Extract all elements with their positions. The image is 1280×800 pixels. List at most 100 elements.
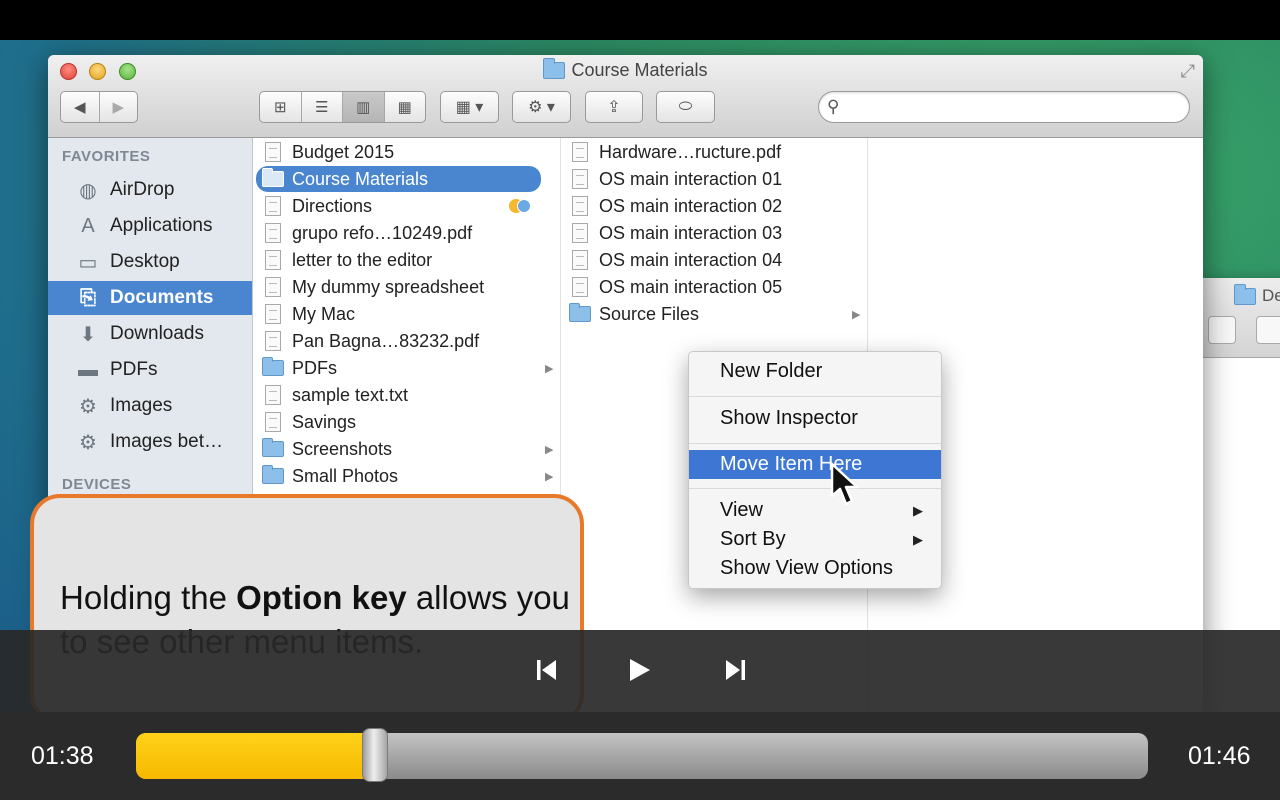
menu-item-sort-by[interactable]: Sort By ▶: [689, 525, 941, 554]
skip-forward-icon[interactable]: [721, 656, 749, 684]
list-item-label: OS main interaction 01: [599, 168, 783, 189]
list-item-label: letter to the editor: [292, 249, 433, 270]
list-item[interactable]: My dummy spreadsheet: [262, 274, 484, 300]
window-title-text: Course Materials: [571, 60, 708, 80]
sidebar-section-devices: DEVICES: [62, 476, 132, 493]
mouse-cursor-icon: [830, 462, 859, 506]
list-item-label: My dummy spreadsheet: [292, 276, 485, 297]
menu-item-move-item-here[interactable]: Move Item Here: [689, 450, 941, 479]
menu-separator: [689, 488, 941, 489]
menu-separator: [689, 396, 941, 397]
sidebar-item-applications[interactable]: A Applications: [48, 209, 252, 243]
tag-icon: ⬭: [678, 98, 693, 115]
list-item[interactable]: grupo refo…10249.pdf: [262, 220, 472, 246]
progress-scrubber[interactable]: [361, 728, 388, 782]
list-item[interactable]: My Mac: [262, 301, 355, 327]
sidebar-item-images-bet[interactable]: ⚙ Images bet…: [48, 425, 252, 459]
list-item[interactable]: sample text.txt: [262, 382, 408, 408]
coverflow-view-icon[interactable]: ▦: [385, 92, 426, 122]
sidebar-section-favorites: FAVORITES: [62, 148, 151, 165]
callout-text-bold: Option key: [236, 579, 407, 616]
list-item[interactable]: OS main interaction 02: [569, 193, 782, 219]
tag-dots-icon: [509, 199, 531, 213]
menu-item-label: Show View Options: [720, 557, 894, 579]
share-button[interactable]: ⇪: [585, 91, 643, 123]
folder-icon: [569, 303, 591, 324]
sidebar-item-label: Downloads: [110, 323, 204, 344]
action-button[interactable]: ⚙ ▾: [512, 91, 571, 123]
back-forward-buttons: ◀ ▶: [60, 91, 138, 123]
arrange-button[interactable]: ▦ ▾: [440, 91, 499, 123]
sidebar-item-label: Applications: [110, 215, 213, 236]
gear-icon: ⚙: [79, 395, 97, 418]
forward-arrow-icon[interactable]: ▶: [100, 92, 138, 122]
menu-item-show-inspector[interactable]: Show Inspector: [689, 404, 941, 433]
back-arrow-icon[interactable]: ◀: [61, 92, 100, 122]
background-window-title: De: [1234, 283, 1280, 306]
menu-item-label: Show Inspector: [720, 407, 858, 429]
list-item[interactable]: OS main interaction 05: [569, 274, 782, 300]
progress-track[interactable]: [136, 733, 1148, 779]
menu-item-view[interactable]: View ▶: [689, 496, 941, 525]
document-icon: [262, 385, 284, 405]
fullscreen-icon[interactable]: ⤢: [1181, 61, 1195, 82]
skip-back-icon[interactable]: [533, 656, 561, 684]
menu-item-show-view-options[interactable]: Show View Options: [689, 554, 941, 583]
list-item[interactable]: Screenshots: [262, 436, 392, 462]
background-window-dropdown-button[interactable]: [1208, 316, 1236, 344]
list-item[interactable]: OS main interaction 04: [569, 247, 782, 273]
list-item[interactable]: Source Files: [569, 301, 699, 327]
list-item-label: My Mac: [292, 303, 355, 324]
window-title: Course Materials: [48, 58, 1203, 81]
folder-icon: [1234, 283, 1256, 305]
document-icon: [569, 250, 591, 270]
document-icon: [262, 277, 284, 297]
list-item[interactable]: PDFs: [262, 355, 337, 381]
background-window-share-button[interactable]: [1256, 316, 1280, 344]
callout-text-before: Holding the: [60, 579, 237, 616]
downloads-icon: ⬇: [79, 323, 97, 346]
list-item[interactable]: Hardware…ructure.pdf: [569, 139, 781, 165]
play-icon[interactable]: [625, 656, 653, 684]
list-item-label: Screenshots: [292, 438, 393, 459]
list-item[interactable]: letter to the editor: [262, 247, 432, 273]
list-item-label: OS main interaction 05: [599, 276, 783, 297]
list-item[interactable]: Course Materials: [256, 166, 541, 192]
icon-view-icon[interactable]: ⊞: [260, 92, 302, 122]
list-item[interactable]: OS main interaction 01: [569, 166, 782, 192]
sidebar-item-airdrop[interactable]: ◍ AirDrop: [48, 173, 252, 207]
search-input[interactable]: ⚲: [818, 91, 1190, 123]
elapsed-time: 01:38: [31, 742, 94, 770]
document-icon: [569, 169, 591, 189]
document-icon: [569, 223, 591, 243]
context-menu: New Folder Show Inspector Move Item Here Vi…: [688, 351, 942, 589]
sidebar-item-pdfs[interactable]: ▬ PDFs: [48, 353, 252, 387]
list-item-label: Small Photos: [292, 465, 399, 486]
folder-icon: [262, 168, 284, 189]
sidebar-item-label: Images bet…: [110, 431, 223, 452]
sidebar-item-desktop[interactable]: ▭ Desktop: [48, 245, 252, 279]
column-view-icon[interactable]: ▥: [343, 92, 385, 122]
list-view-icon[interactable]: ☰: [302, 92, 343, 122]
sidebar-item-downloads[interactable]: ⬇ Downloads: [48, 317, 252, 351]
sidebar-item-label: PDFs: [110, 359, 158, 380]
menu-separator: [689, 443, 941, 444]
list-item[interactable]: Budget 2015: [262, 139, 394, 165]
gear-icon: ⚙: [79, 431, 97, 454]
list-item[interactable]: Pan Bagna…83232.pdf: [262, 328, 479, 354]
folder-icon: [262, 465, 284, 486]
view-mode-buttons: ⊞ ☰ ▥ ▦: [259, 91, 426, 123]
list-item[interactable]: Directions: [262, 193, 372, 219]
share-icon: ⇪: [607, 99, 621, 116]
list-item[interactable]: Savings: [262, 409, 356, 435]
tags-button[interactable]: ⬭: [656, 91, 715, 123]
menu-item-new-folder[interactable]: New Folder: [689, 357, 941, 386]
list-item-label: Savings: [292, 411, 357, 432]
list-item-label: Hardware…ructure.pdf: [599, 141, 782, 162]
gear-icon: ⚙ ▾: [528, 99, 555, 116]
list-item[interactable]: Small Photos: [262, 463, 398, 489]
sidebar-item-images[interactable]: ⚙ Images: [48, 389, 252, 423]
sidebar-item-documents[interactable]: ⎘ Documents: [48, 281, 252, 315]
list-item-label: Budget 2015: [292, 141, 395, 162]
list-item[interactable]: OS main interaction 03: [569, 220, 782, 246]
